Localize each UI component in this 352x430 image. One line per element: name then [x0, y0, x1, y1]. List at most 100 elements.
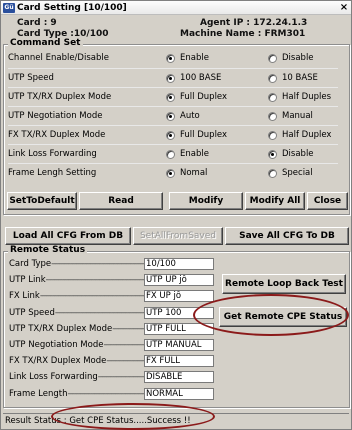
command-row-label: Link Loss Forwarding: [8, 149, 97, 159]
remote-status-row: FX TX/RX Duplex Mode--------------------…: [9, 355, 219, 368]
command-row-label: UTP Negotiation Mode: [8, 111, 103, 121]
remote-status-label: UTP Link--------------------------------…: [9, 275, 145, 285]
remote-status-value-field: UTP FULL: [144, 322, 214, 335]
leader-dots: ----------------------------------------…: [97, 372, 145, 383]
radio-option[interactable]: Manual: [268, 111, 313, 121]
radio-option[interactable]: 100 BASE: [166, 73, 221, 83]
set-all-from-saved-button: SetAllFromSaved: [133, 227, 223, 245]
remote-status-row: UTP Negotiation Mode--------------------…: [9, 339, 219, 352]
save-all-cfg-button[interactable]: Save All CFG To DB: [225, 227, 349, 245]
radio-option[interactable]: Full Duplex: [166, 92, 227, 102]
load-all-cfg-button[interactable]: Load All CFG From DB: [5, 227, 131, 245]
command-set-group: Command Set Channel Enable/Disable Enable…: [3, 38, 350, 215]
command-set-rows: Channel Enable/Disable Enable Disable UTP S…: [4, 49, 349, 179]
leader-dots: ----------------------------------------…: [54, 307, 145, 318]
radio-dot-icon: [268, 92, 277, 102]
radio-option[interactable]: Special: [268, 168, 313, 178]
radio-option[interactable]: 10 BASE: [268, 73, 318, 83]
radio-label: Disable: [282, 149, 314, 159]
radio-option[interactable]: Full Duplex: [166, 130, 227, 140]
radio-dot-icon: [166, 168, 175, 178]
remote-status-value-field: UTP MANUAL: [144, 339, 214, 351]
machine-name: Machine Name : FRM301: [180, 29, 306, 39]
remote-status-row: UTP Link--------------------------------…: [9, 274, 219, 287]
remote-status-label: UTP Speed-------------------------------…: [9, 308, 145, 318]
leader-dots: ----------------------------------------…: [67, 388, 145, 399]
remote-status-label: FX TX/RX Duplex Mode--------------------…: [9, 356, 145, 366]
remote-status-label: Card Type-------------------------------…: [9, 259, 145, 269]
radio-dot-icon: [268, 53, 277, 63]
radio-dot-icon: [166, 92, 175, 102]
command-set-title: Command Set: [8, 38, 83, 48]
remote-status-row: Frame Length----------------------------…: [9, 387, 219, 401]
command-row-label: UTP TX/RX Duplex Mode: [8, 92, 112, 102]
card-setting-window: Gü Card Setting [10/100] × Card : 9 Card…: [0, 0, 352, 430]
remote-status-label-text: Frame Length: [9, 388, 68, 399]
command-row: UTP TX/RX Duplex Mode Full Duplex Half Dup…: [8, 87, 338, 105]
radio-option[interactable]: Nomal: [166, 168, 207, 178]
modify-button[interactable]: Modify: [169, 192, 243, 210]
radio-label: Enable: [180, 149, 209, 159]
radio-label: Half Duplex: [282, 130, 332, 140]
remote-status-label-text: FX Link: [9, 291, 40, 302]
radio-label: 10 BASE: [282, 73, 318, 83]
radio-option[interactable]: Disable: [268, 53, 314, 63]
radio-option[interactable]: Enable: [166, 53, 209, 63]
remote-status-label: FX Link---------------------------------…: [9, 291, 145, 301]
card-number: Card : 9: [17, 18, 57, 28]
remote-status-label-text: UTP Speed: [9, 307, 55, 318]
radio-label: 100 BASE: [180, 73, 222, 83]
command-row: FX TX/RX Duplex Mode Full Duplex Half Dupl…: [8, 125, 338, 143]
remote-status-value-field: FX FULL: [144, 355, 214, 368]
remote-status-label-text: Link Loss Forwarding: [9, 372, 98, 383]
radio-dot-icon: [268, 149, 277, 159]
remote-status-value-field: UTP UP jô: [144, 274, 214, 287]
radio-label: Disable: [282, 53, 314, 63]
radio-label: Auto: [180, 111, 200, 121]
command-row-label: Frame Lengh Setting: [8, 168, 97, 178]
radio-dot-icon: [166, 73, 175, 83]
leader-dots: ----------------------------------------…: [39, 291, 145, 302]
radio-dot-icon: [166, 111, 175, 121]
remote-status-title: Remote Status: [8, 245, 88, 255]
modify-all-button[interactable]: Modify All: [245, 192, 305, 210]
command-row-label: FX TX/RX Duplex Mode: [8, 130, 106, 140]
read-button[interactable]: Read: [79, 192, 163, 210]
radio-option[interactable]: Half Duples: [268, 92, 331, 102]
remote-status-value-field: FX UP jô: [144, 290, 214, 303]
close-button[interactable]: Close: [307, 192, 348, 210]
radio-dot-icon: [166, 149, 175, 159]
leader-dots: ----------------------------------------…: [112, 323, 145, 334]
remote-status-value-field: 10/100: [144, 258, 214, 270]
radio-dot-icon: [166, 53, 175, 63]
radio-option[interactable]: Enable: [166, 149, 209, 159]
remote-status-rows: Card Type -------------------------------…: [4, 258, 224, 406]
agent-ip: Agent IP : 172.24.1.3: [200, 18, 308, 28]
title-bar[interactable]: Gü Card Setting [10/100] ×: [1, 1, 351, 15]
radio-option[interactable]: Disable: [268, 149, 314, 159]
set-to-default-button[interactable]: SetToDefault: [7, 192, 77, 210]
radio-label: Special: [282, 168, 313, 178]
remote-status-label: UTP TX/RX Duplex Mode-------------------…: [9, 324, 145, 334]
radio-dot-icon: [268, 168, 277, 178]
status-bar: Result Status : Get CPE Status.....Succe…: [3, 413, 349, 428]
remote-status-value-field: NORMAL: [144, 387, 214, 400]
close-icon[interactable]: ×: [339, 2, 349, 13]
radio-label: Enable: [180, 53, 209, 63]
remote-status-label-text: Card Type: [9, 259, 52, 269]
radio-option[interactable]: Half Duplex: [268, 130, 331, 140]
get-remote-cpe-status-button[interactable]: Get Remote CPE Status: [219, 307, 347, 327]
remote-loop-back-test-button[interactable]: Remote Loop Back Test: [222, 274, 346, 294]
radio-dot-icon: [166, 130, 175, 140]
radio-dot-icon: [268, 130, 277, 140]
command-row: UTP Negotiation Mode Auto Manual: [8, 106, 338, 124]
remote-status-row: FX Link---------------------------------…: [9, 290, 219, 303]
remote-status-label-text: FX TX/RX Duplex Mode: [9, 356, 107, 367]
remote-status-label: UTP Negotiation Mode--------------------…: [9, 340, 145, 350]
radio-label: Half Duples: [282, 92, 332, 102]
radio-label: Nomal: [180, 168, 208, 178]
radio-label: Full Duplex: [180, 92, 228, 102]
remote-status-row: Link Loss Forwarding--------------------…: [9, 371, 219, 384]
remote-status-label-text: UTP Negotiation Mode: [9, 340, 104, 350]
radio-option[interactable]: Auto: [166, 111, 200, 121]
